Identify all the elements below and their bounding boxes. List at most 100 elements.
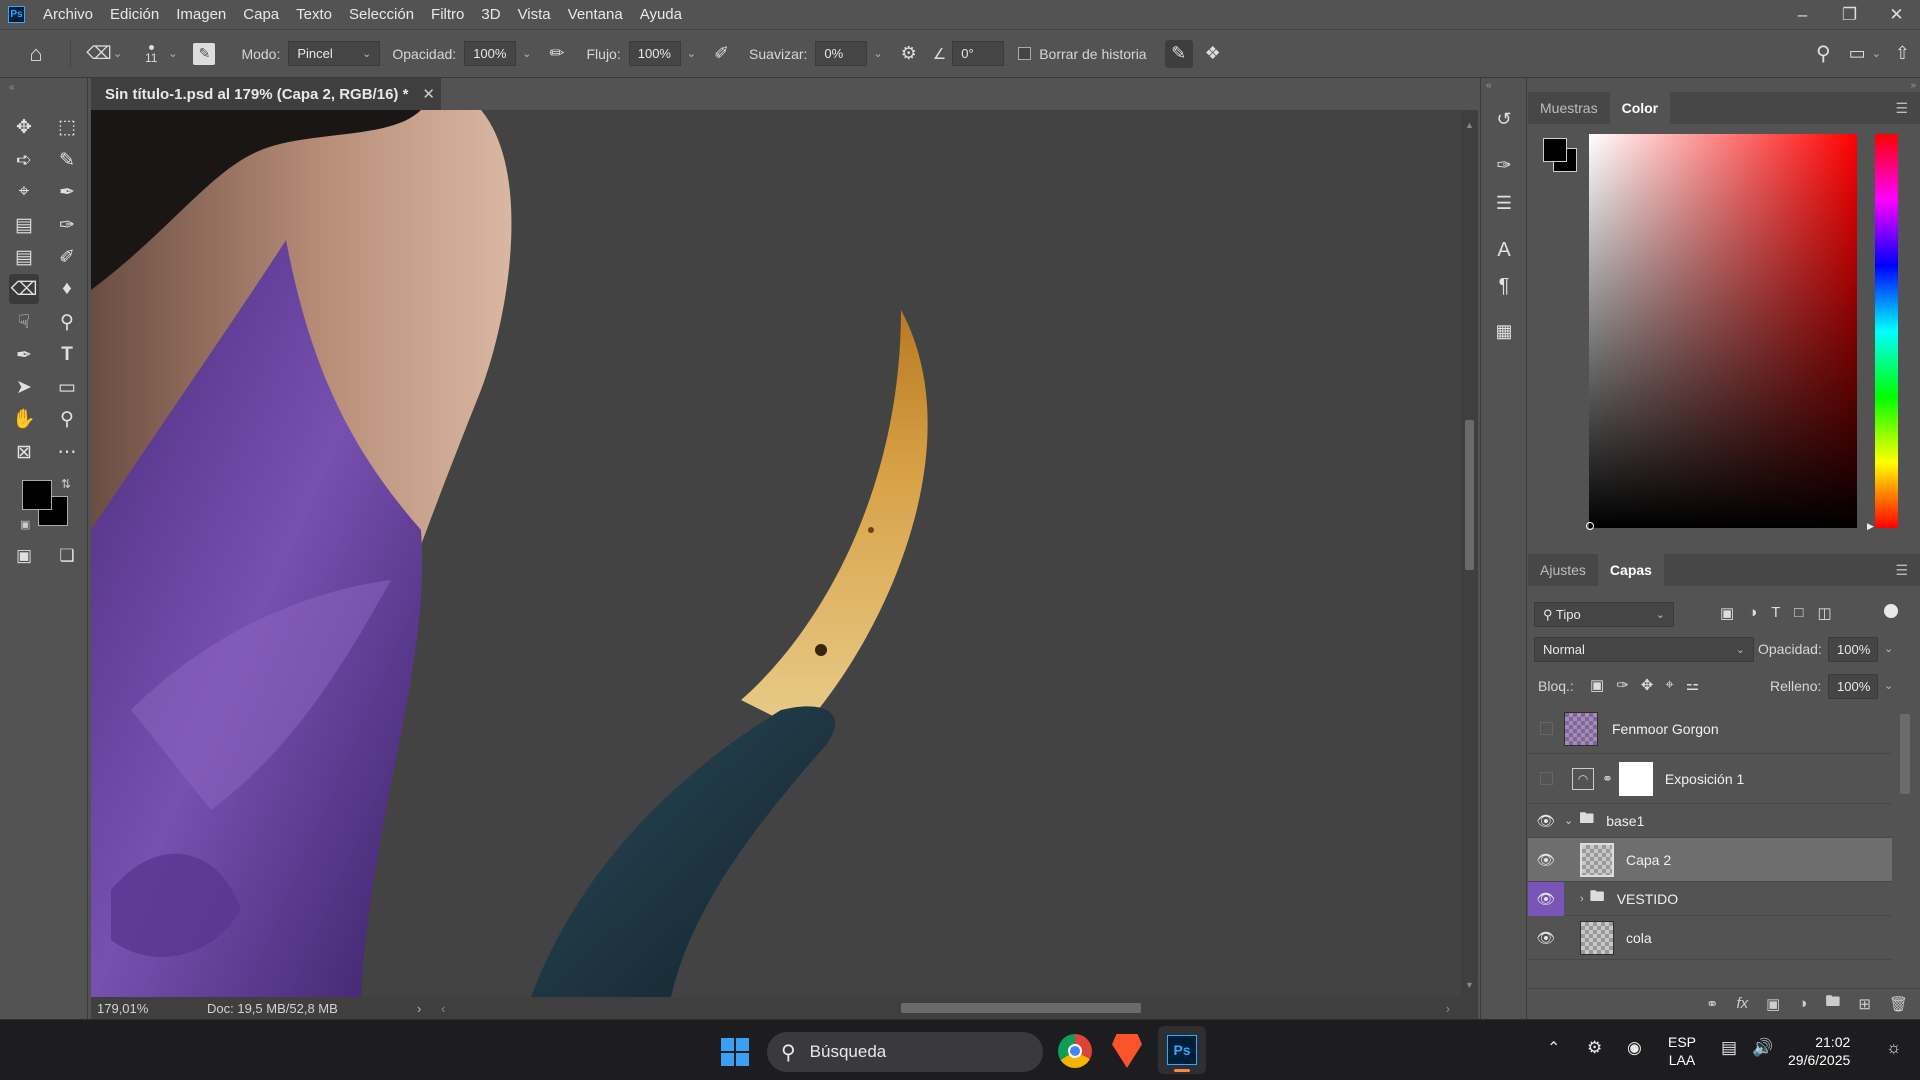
lasso-tool-icon[interactable]: ➪ bbox=[9, 145, 39, 175]
add-mask-icon[interactable]: ▣ bbox=[1766, 995, 1780, 1013]
lock-all-icon[interactable]: ⚍ bbox=[1686, 676, 1699, 694]
dodge-tool-icon[interactable]: ⚲ bbox=[52, 307, 82, 337]
layer-opacity-input[interactable]: 100% bbox=[1828, 637, 1878, 662]
language-indicator[interactable]: ESP LAA bbox=[1668, 1033, 1696, 1069]
chevron-down-icon[interactable]: ⌄ bbox=[113, 47, 122, 60]
taskbar-search-box[interactable]: ⚲ Búsqueda bbox=[767, 1032, 1043, 1072]
layer-row-cola[interactable]: 👁 cola bbox=[1528, 916, 1892, 960]
quick-mask-icon[interactable]: ▣ bbox=[9, 541, 39, 571]
layers-scroll-thumb[interactable] bbox=[1900, 714, 1910, 794]
restore-icon[interactable]: ❐ bbox=[1826, 0, 1873, 29]
pen-tool-icon[interactable]: ✒ bbox=[9, 340, 39, 370]
menu-filtro[interactable]: Filtro bbox=[431, 6, 464, 23]
eyedropper-tool-icon[interactable]: ✒ bbox=[52, 177, 82, 207]
angle-input[interactable]: 0° bbox=[952, 41, 1005, 66]
gear-icon[interactable]: ⚙ bbox=[901, 43, 917, 64]
smooth-input[interactable]: 0% bbox=[815, 41, 868, 66]
notifications-icon[interactable]: ☼ bbox=[1886, 1038, 1902, 1058]
visibility-off-toggle[interactable] bbox=[1528, 709, 1564, 749]
chevron-down-icon[interactable]: ⌄ bbox=[687, 47, 696, 60]
eye-icon[interactable]: 👁 bbox=[1528, 804, 1564, 838]
filter-adjustment-icon[interactable]: ◑ bbox=[1748, 604, 1757, 622]
vertical-scrollbar[interactable]: ▲ ▼ bbox=[1461, 110, 1478, 997]
layer-filter-select[interactable]: ⚲ Tipo ⌄ bbox=[1534, 602, 1674, 627]
color-foreground-swatch[interactable] bbox=[1543, 138, 1567, 162]
brush-size-picker[interactable]: 11 bbox=[138, 43, 164, 65]
chain-link-icon[interactable]: ⚭ bbox=[1602, 771, 1613, 787]
character-panel-icon[interactable]: A bbox=[1489, 235, 1519, 265]
chevron-up-icon[interactable]: ⌃ bbox=[1547, 1038, 1560, 1058]
chevron-down-icon[interactable]: ⌄ bbox=[1564, 814, 1573, 827]
fill-input[interactable]: 100% bbox=[1828, 674, 1878, 699]
filter-pixel-icon[interactable]: ▣ bbox=[1720, 604, 1734, 622]
tab-capas[interactable]: Capas bbox=[1597, 554, 1664, 586]
crop-tool-icon[interactable]: ⌖ bbox=[9, 177, 39, 207]
adjustments-panel-icon[interactable]: ☰ bbox=[1489, 188, 1519, 218]
type-tool-icon[interactable]: T bbox=[52, 340, 82, 370]
status-menu-chevron-icon[interactable]: › bbox=[417, 1001, 441, 1016]
collapse-panel-icon[interactable]: » bbox=[1910, 80, 1916, 91]
home-icon[interactable]: ⌂ bbox=[22, 41, 50, 67]
volume-icon[interactable]: 🔊 bbox=[1752, 1038, 1773, 1058]
clone-stamp-tool-icon[interactable]: ▤ bbox=[9, 242, 39, 272]
workspace-icon[interactable]: ▭ bbox=[1849, 43, 1866, 64]
default-colors-icon[interactable]: ▣ bbox=[20, 518, 30, 531]
pressure-opacity-icon[interactable]: ✏ bbox=[549, 43, 564, 64]
zoom-tool-icon[interactable]: ⚲ bbox=[52, 404, 82, 434]
rectangle-tool-icon[interactable]: ▭ bbox=[52, 372, 82, 402]
scroll-right-icon[interactable]: › bbox=[1446, 1001, 1450, 1016]
new-adjustment-icon[interactable]: ◑ bbox=[1798, 995, 1807, 1012]
tab-color[interactable]: Color bbox=[1609, 92, 1671, 124]
history-brush-tool-icon[interactable]: ✐ bbox=[52, 242, 82, 272]
chrome-icon[interactable] bbox=[1058, 1034, 1092, 1068]
hue-slider-handle[interactable]: ▶ bbox=[1867, 521, 1874, 532]
eye-icon[interactable]: 👁 bbox=[1528, 881, 1564, 916]
chevron-right-icon[interactable]: › bbox=[1580, 893, 1584, 905]
symmetry-butterfly-icon[interactable]: ❖ bbox=[1205, 43, 1221, 64]
move-tool-icon[interactable]: ✥ bbox=[9, 112, 39, 142]
share-icon[interactable]: ⇧ bbox=[1895, 43, 1910, 64]
erase-history-checkbox[interactable] bbox=[1018, 47, 1032, 60]
chevron-down-icon[interactable]: ⌄ bbox=[168, 47, 177, 60]
filter-type-icon[interactable]: T bbox=[1771, 604, 1780, 622]
zoom-level[interactable]: 179,01% bbox=[97, 1001, 207, 1016]
marquee-tool-icon[interactable]: ⬚ bbox=[52, 112, 82, 142]
brush-settings-icon[interactable]: ✎ bbox=[193, 42, 216, 65]
minimize-icon[interactable]: – bbox=[1779, 0, 1826, 29]
fx-icon[interactable]: fx bbox=[1736, 995, 1748, 1012]
chevron-down-icon[interactable]: ⌄ bbox=[1884, 642, 1893, 655]
lock-pixels-icon[interactable]: ✑ bbox=[1616, 676, 1629, 694]
close-document-icon[interactable]: ✕ bbox=[422, 85, 435, 103]
airbrush-icon[interactable]: ✐ bbox=[714, 43, 729, 64]
trash-icon[interactable]: 🗑 bbox=[1889, 995, 1908, 1013]
collapse-panel-icon[interactable]: « bbox=[9, 82, 15, 93]
brush-tool-icon[interactable]: ✑ bbox=[52, 210, 82, 240]
eye-icon[interactable]: 👁 bbox=[1528, 916, 1564, 960]
chevron-down-icon[interactable]: ⌄ bbox=[1884, 679, 1893, 692]
lock-position-icon[interactable]: ✥ bbox=[1641, 676, 1654, 694]
glyphs-panel-icon[interactable]: ▦ bbox=[1489, 316, 1519, 346]
filter-shape-icon[interactable]: □ bbox=[1794, 604, 1803, 622]
menu-texto[interactable]: Texto bbox=[296, 6, 332, 23]
discord-icon[interactable]: ⚙ bbox=[1587, 1038, 1602, 1058]
filter-toggle-icon[interactable] bbox=[1884, 604, 1898, 618]
layer-row-vestido[interactable]: 👁 › 🖿 VESTIDO bbox=[1528, 881, 1892, 916]
mode-select[interactable]: Pincel ⌄ bbox=[288, 41, 381, 66]
filter-smart-object-icon[interactable]: ◫ bbox=[1817, 604, 1831, 622]
menu-capa[interactable]: Capa bbox=[243, 6, 279, 23]
path-selection-tool-icon[interactable]: ➤ bbox=[9, 372, 39, 402]
clock[interactable]: 21:02 29/6/2025 bbox=[1788, 1033, 1850, 1069]
windows-start-icon[interactable] bbox=[721, 1038, 749, 1066]
chevron-down-icon[interactable]: ⌄ bbox=[522, 47, 531, 60]
paint-bucket-tool-icon[interactable]: ♦ bbox=[52, 274, 82, 304]
color-picker-cursor[interactable] bbox=[1586, 522, 1594, 530]
layer-row-capa-2[interactable]: 👁 Capa 2 bbox=[1528, 838, 1892, 882]
new-layer-icon[interactable]: ⊞ bbox=[1858, 995, 1871, 1013]
pressure-size-icon[interactable]: ✎ bbox=[1164, 39, 1193, 68]
layer-row-exposicion-1[interactable]: ◠ ⚭ Exposición 1 bbox=[1528, 754, 1892, 804]
flow-input[interactable]: 100% bbox=[628, 41, 681, 66]
collapse-panel-icon[interactable]: « bbox=[1486, 80, 1492, 91]
link-layers-icon[interactable]: ⚭ bbox=[1706, 995, 1719, 1013]
photoshop-taskbar-button[interactable]: Ps bbox=[1158, 1026, 1206, 1074]
frame-tool-icon[interactable]: ⊠ bbox=[9, 437, 39, 467]
